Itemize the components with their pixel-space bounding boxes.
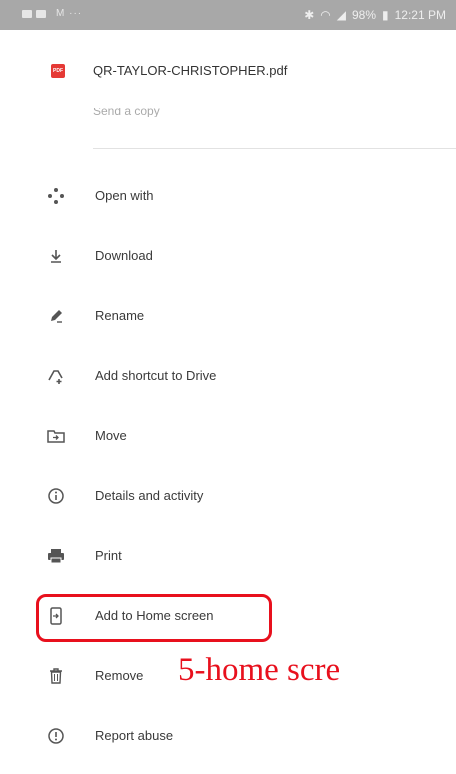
menu-item-rename[interactable]: Rename: [0, 296, 456, 336]
clock: 12:21 PM: [394, 8, 446, 22]
battery-percent: 98%: [351, 8, 377, 22]
open-with-icon: [46, 186, 66, 206]
gallery-icon: [36, 9, 46, 18]
menu-item-label: Report abuse: [95, 728, 174, 743]
battery-icon: ▮: [382, 8, 389, 22]
wifi-icon: ◠: [320, 8, 331, 22]
menu-item-send-a-copy-partial[interactable]: Send a copy: [93, 108, 160, 117]
menu-item-label: Download: [95, 248, 153, 263]
rename-pencil-icon: [46, 306, 66, 326]
menu-item-label: Move: [95, 428, 127, 443]
menu-item-label: Add shortcut to Drive: [95, 368, 217, 383]
email-icon: M ···: [56, 8, 83, 19]
menu-item-open-with[interactable]: Open with: [0, 176, 456, 216]
menu-item-label: Open with: [95, 188, 154, 203]
header-divider: [93, 148, 456, 149]
download-icon: [46, 246, 66, 266]
menu-item-move[interactable]: Move: [0, 416, 456, 456]
print-icon: [46, 546, 66, 566]
bluetooth-icon: ✱: [304, 8, 315, 22]
status-bar: M ··· ✱ ◠ ◢ 98% ▮ 12:21 PM: [0, 0, 456, 30]
menu-item-label: Print: [95, 548, 122, 563]
signal-icon: ◢: [336, 8, 346, 22]
menu-item-details-and-activity[interactable]: Details and activity: [0, 476, 456, 516]
status-right-icons: ✱ ◠ ◢ 98% ▮ 12:21 PM: [304, 8, 446, 22]
highlight-annotation-box: [36, 594, 272, 642]
annotation-caption: 5-home scre: [178, 652, 341, 688]
menu-item-download[interactable]: Download: [0, 236, 456, 276]
image-icon: [22, 9, 32, 18]
info-icon: [46, 486, 66, 506]
trash-icon: [46, 666, 66, 686]
menu-item-add-shortcut[interactable]: Add shortcut to Drive: [0, 356, 456, 396]
menu-item-label: Details and activity: [95, 488, 204, 503]
report-icon: [46, 726, 66, 746]
add-shortcut-icon: [46, 366, 66, 386]
menu-item-report-abuse[interactable]: Report abuse: [0, 716, 456, 756]
file-name: QR-TAYLOR-CHRISTOPHER.pdf: [93, 63, 288, 78]
menu-item-label: Rename: [95, 308, 145, 323]
menu-item-print[interactable]: Print: [0, 536, 456, 576]
pdf-icon: PDF: [51, 64, 65, 78]
menu-item-label: Remove: [95, 668, 144, 683]
move-folder-icon: [46, 426, 66, 446]
status-left-icons: M ···: [22, 8, 82, 19]
